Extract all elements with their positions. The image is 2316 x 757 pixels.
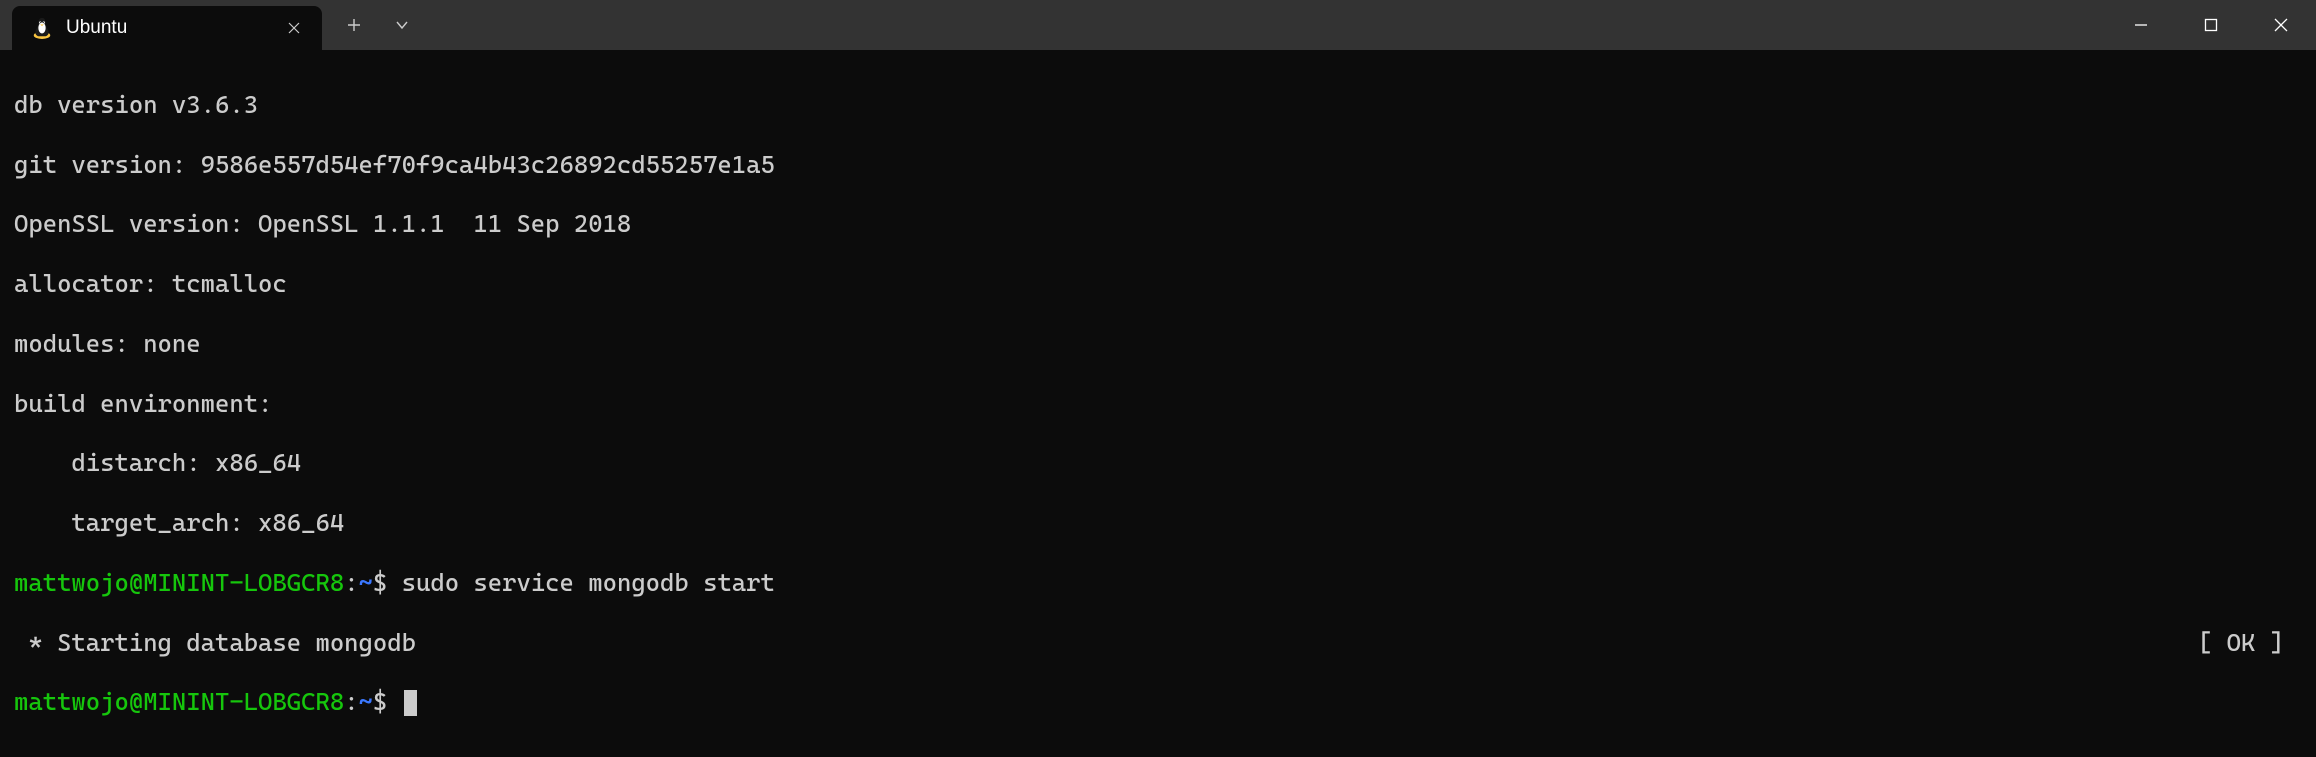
output-line: db version v3.6.3 <box>14 90 2302 120</box>
output-line: git version: 9586e557d54ef70f9ca4b43c268… <box>14 150 2302 180</box>
tab-actions <box>330 0 426 50</box>
output-line: allocator: tcmalloc <box>14 269 2302 299</box>
status-ok: [ OK ] <box>2198 628 2302 658</box>
prompt-path: ~ <box>359 687 373 716</box>
close-tab-button[interactable] <box>284 18 304 38</box>
output-line: OpenSSL version: OpenSSL 1.1.1 11 Sep 20… <box>14 209 2302 239</box>
cursor <box>404 690 417 716</box>
prompt-host: MININT-LOBGCR8 <box>143 568 344 597</box>
prompt-path: ~ <box>359 568 373 597</box>
command-text: sudo service mongodb start <box>402 568 775 597</box>
prompt-user: mattwojo <box>14 568 129 597</box>
prompt-line: mattwojo@MININT-LOBGCR8:~$ sudo service … <box>14 568 2302 598</box>
prompt-at: @ <box>129 568 143 597</box>
prompt-line: mattwojo@MININT-LOBGCR8:~$ <box>14 687 2302 717</box>
prompt-dollar: $ <box>373 568 402 597</box>
status-message: * Starting database mongodb <box>14 628 416 658</box>
window-titlebar: Ubuntu <box>0 0 2316 50</box>
output-line: modules: none <box>14 329 2302 359</box>
ubuntu-tux-icon <box>30 16 54 40</box>
close-window-button[interactable] <box>2246 0 2316 50</box>
window-controls <box>2106 0 2316 50</box>
output-line: build environment: <box>14 389 2302 419</box>
prompt-dollar: $ <box>373 687 402 716</box>
minimize-button[interactable] <box>2106 0 2176 50</box>
terminal-output[interactable]: db version v3.6.3 git version: 9586e557d… <box>0 50 2316 757</box>
tab-dropdown-button[interactable] <box>378 0 426 50</box>
output-line: distarch: x86_64 <box>14 448 2302 478</box>
prompt-user: mattwojo <box>14 687 129 716</box>
prompt-colon: : <box>344 568 358 597</box>
prompt-at: @ <box>129 687 143 716</box>
new-tab-button[interactable] <box>330 0 378 50</box>
tab-ubuntu[interactable]: Ubuntu <box>12 6 322 50</box>
status-line: * Starting database mongodb [ OK ] <box>14 628 2302 658</box>
prompt-host: MININT-LOBGCR8 <box>143 687 344 716</box>
maximize-button[interactable] <box>2176 0 2246 50</box>
tab-title: Ubuntu <box>66 17 272 39</box>
prompt-colon: : <box>344 687 358 716</box>
tabs-area: Ubuntu <box>0 0 426 50</box>
output-line: target_arch: x86_64 <box>14 508 2302 538</box>
